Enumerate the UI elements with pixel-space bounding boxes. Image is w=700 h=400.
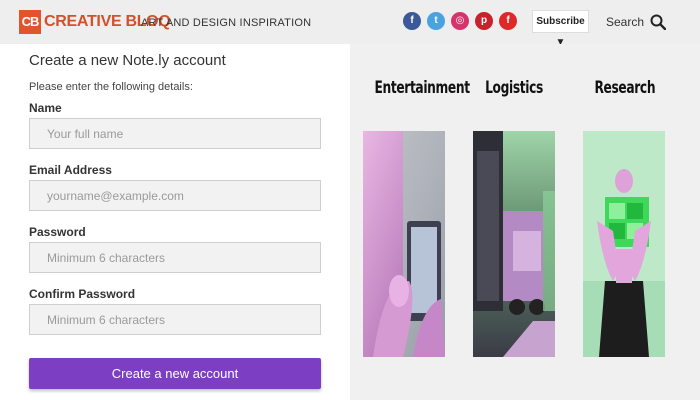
site-tagline: ART AND DESIGN INSPIRATION bbox=[141, 17, 312, 29]
instagram-icon[interactable]: ◎ bbox=[451, 12, 469, 30]
logo-mark: CB bbox=[19, 10, 41, 34]
category-panel: Entertainment Logistics Research bbox=[350, 44, 700, 400]
form-intro: Please enter the following details: bbox=[29, 81, 193, 93]
search-button[interactable]: Search bbox=[606, 14, 667, 30]
pinterest-icon[interactable]: p bbox=[475, 12, 493, 30]
signup-form: Create a new Note.ly account Please ente… bbox=[0, 44, 350, 400]
password-input[interactable] bbox=[29, 242, 321, 273]
tablet-hands-image bbox=[363, 131, 445, 357]
site-header: CB CREATIVE BLOQ ART AND DESIGN INSPIRAT… bbox=[0, 0, 700, 48]
create-account-button[interactable]: Create a new account bbox=[29, 358, 321, 389]
truck-image bbox=[473, 131, 555, 357]
confirm-password-label: Confirm Password bbox=[29, 287, 136, 301]
name-input[interactable] bbox=[29, 118, 321, 149]
cube-person-image bbox=[583, 131, 665, 357]
email-input[interactable] bbox=[29, 180, 321, 211]
search-label: Search bbox=[606, 15, 645, 29]
category-title: Research bbox=[594, 78, 656, 98]
password-label: Password bbox=[29, 225, 86, 239]
twitter-icon[interactable]: t bbox=[427, 12, 445, 30]
category-title: Logistics bbox=[485, 78, 543, 98]
social-links: f t ◎ p f bbox=[403, 12, 517, 30]
subscribe-button[interactable]: Subscribe ▼ bbox=[532, 10, 589, 48]
facebook-icon[interactable]: f bbox=[403, 12, 421, 30]
category-title: Entertainment bbox=[374, 78, 470, 98]
email-label: Email Address bbox=[29, 163, 112, 177]
flipboard-icon[interactable]: f bbox=[499, 12, 517, 30]
name-label: Name bbox=[29, 101, 62, 115]
form-title: Create a new Note.ly account bbox=[29, 52, 226, 69]
search-icon bbox=[650, 14, 667, 30]
confirm-password-input[interactable] bbox=[29, 304, 321, 335]
